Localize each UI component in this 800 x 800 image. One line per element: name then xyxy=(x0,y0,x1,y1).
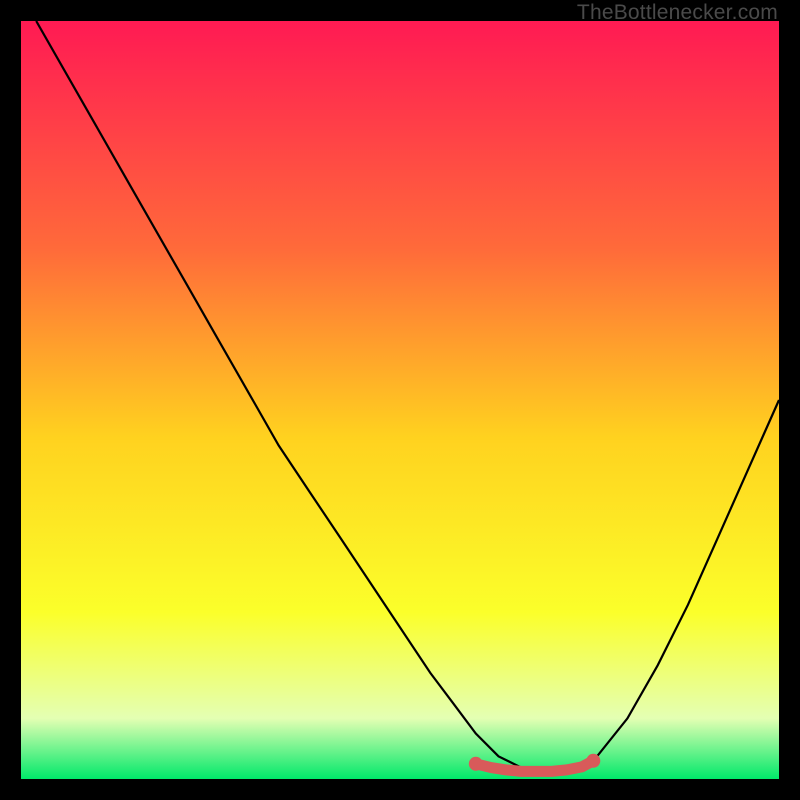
bottleneck-chart xyxy=(21,21,779,779)
optimal-region-endpoint xyxy=(586,754,600,768)
watermark-text: TheBottlenecker.com xyxy=(577,1,778,25)
gradient-background xyxy=(21,21,779,779)
optimal-region-endpoint xyxy=(469,757,483,771)
chart-frame xyxy=(21,21,779,779)
